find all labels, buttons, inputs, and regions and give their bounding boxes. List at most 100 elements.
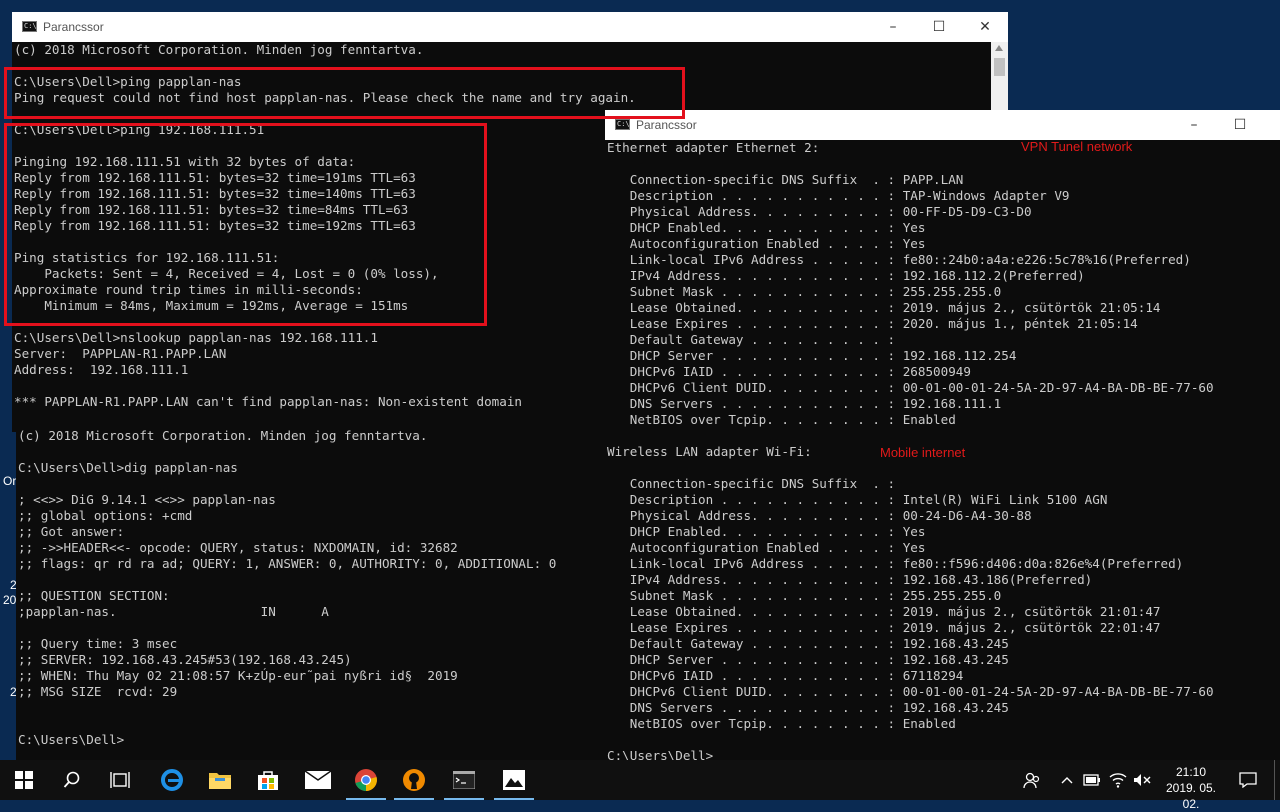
store-icon[interactable] — [244, 760, 292, 800]
clock-time: 21:10 — [1175, 765, 1207, 779]
search-icon[interactable] — [48, 760, 96, 800]
annotation-box-ping-fail — [4, 67, 685, 119]
console-line: DHCPv6 IAID . . . . . . . . . . . : 6711… — [607, 668, 964, 683]
chrome-icon[interactable] — [342, 760, 390, 800]
console-line: IPv4 Address. . . . . . . . . . . : 192.… — [607, 268, 1085, 283]
maximize-button[interactable]: ☐ — [916, 12, 962, 42]
console-line: Physical Address. . . . . . . . . : 00-2… — [607, 508, 1032, 523]
minimize-button[interactable]: – — [1171, 110, 1217, 140]
volume-muted-icon[interactable] — [1130, 760, 1154, 800]
console-line: Ethernet adapter Ethernet 2: — [607, 140, 820, 155]
console-line: ;; ->>HEADER<<- opcode: QUERY, status: N… — [18, 540, 458, 555]
annotation-vpn-label: VPN Tunel network — [1021, 139, 1133, 154]
console-line: Connection-specific DNS Suffix . : PAPP.… — [607, 172, 964, 187]
console-line: NetBIOS over Tcpip. . . . . . . . : Enab… — [607, 412, 956, 427]
show-desktop-button[interactable] — [1274, 760, 1275, 800]
console-line: DHCP Server . . . . . . . . . . . : 192.… — [607, 652, 1009, 667]
windows-start-icon[interactable] — [0, 760, 48, 800]
scrollbar-thumb[interactable] — [994, 58, 1005, 76]
console-line: DHCPv6 IAID . . . . . . . . . . . : 2685… — [607, 364, 971, 379]
console-line: Link-local IPv6 Address . . . . . : fe80… — [607, 252, 1191, 267]
clock[interactable]: 21:10 2019. 05. 02. — [1156, 760, 1226, 811]
battery-icon[interactable] — [1080, 760, 1104, 800]
console-line: C:\Users\Dell>dig papplan-nas — [18, 460, 238, 475]
console-line: ; <<>> DiG 9.14.1 <<>> papplan-nas — [18, 492, 276, 507]
console-line: ;; Got answer: — [18, 524, 125, 539]
desktop-icon-label: 20 — [3, 593, 17, 607]
console-line: Lease Obtained. . . . . . . . . . : 2019… — [607, 604, 1161, 619]
maximize-button[interactable]: ☐ — [1217, 110, 1263, 140]
console-line: Lease Expires . . . . . . . . . . : 2019… — [607, 620, 1161, 635]
console-line: DHCP Enabled. . . . . . . . . . . : Yes — [607, 220, 926, 235]
notification-icon[interactable] — [1234, 760, 1262, 800]
console-line: Physical Address. . . . . . . . . : 00-F… — [607, 204, 1032, 219]
cmd-icon: C:\ — [22, 21, 37, 32]
cmd-icon: C:\ — [615, 119, 630, 130]
clock-date: 2019. 05. 02. — [1165, 781, 1217, 811]
console-line: Description . . . . . . . . . . . : Inte… — [607, 492, 1108, 507]
console-line: Link-local IPv6 Address . . . . . : fe80… — [607, 556, 1184, 571]
console-line: (c) 2018 Microsoft Corporation. Minden j… — [14, 42, 424, 57]
minimize-button[interactable]: – — [870, 12, 916, 42]
task-view-icon[interactable] — [96, 760, 144, 800]
window-title: Parancssor — [43, 20, 104, 34]
console-line: ;; WHEN: Thu May 02 21:08:57 K+zÚp-eur˜p… — [18, 668, 458, 683]
close-button[interactable]: ✕ — [962, 12, 1008, 42]
console-line: (c) 2018 Microsoft Corporation. Minden j… — [18, 428, 428, 443]
console-line: Subnet Mask . . . . . . . . . . . : 255.… — [607, 588, 1002, 603]
console-line: ;; MSG SIZE rcvd: 29 — [18, 684, 178, 699]
console-line: ;; SERVER: 192.168.43.245#53(192.168.43.… — [18, 652, 352, 667]
console-line: DHCPv6 Client DUID. . . . . . . . : 00-0… — [607, 684, 1214, 699]
console-line: Subnet Mask . . . . . . . . . . . : 255.… — [607, 284, 1002, 299]
taskbar: 21:10 2019. 05. 02. — [0, 760, 1280, 811]
title-bar[interactable]: C:\ Parancssor – ☐ — [605, 110, 1280, 140]
console-line: ;; global options: +cmd — [18, 508, 193, 523]
console-line: IPv4 Address. . . . . . . . . . . : 192.… — [607, 572, 1093, 587]
cmd-window-dig[interactable]: (c) 2018 Microsoft Corporation. Minden j… — [16, 428, 606, 760]
console-line: C:\Users\Dell> — [18, 732, 125, 747]
window-title: Parancssor — [636, 118, 697, 132]
console-output[interactable]: (c) 2018 Microsoft Corporation. Minden j… — [16, 428, 606, 760]
desktop-icon-label: Or — [3, 474, 17, 488]
console-line: C:\Users\Dell> — [607, 748, 714, 760]
photos-icon[interactable] — [490, 760, 538, 800]
console-line: ;papplan-nas. IN A — [18, 604, 329, 619]
console-line: DNS Servers . . . . . . . . . . . : 192.… — [607, 700, 1009, 715]
cmd-window-ipconfig[interactable]: C:\ Parancssor – ☐ Ethernet adapter Ethe… — [605, 110, 1280, 760]
console-line: Default Gateway . . . . . . . . . : — [607, 332, 896, 347]
console-line: DHCP Server . . . . . . . . . . . : 192.… — [607, 348, 1017, 363]
console-line: Default Gateway . . . . . . . . . : 192.… — [607, 636, 1009, 651]
title-bar[interactable]: C:\ Parancssor – ☐ ✕ — [12, 12, 1008, 42]
wifi-icon[interactable] — [1106, 760, 1130, 800]
console-line: ;; Query time: 3 msec — [18, 636, 178, 651]
annotation-mobile-label: Mobile internet — [880, 445, 966, 460]
console-line: Connection-specific DNS Suffix . : — [607, 476, 896, 491]
command-prompt-icon[interactable] — [440, 760, 488, 800]
file-explorer-icon[interactable] — [196, 760, 244, 800]
console-line: DNS Servers . . . . . . . . . . . : 192.… — [607, 396, 1002, 411]
console-line: DHCPv6 Client DUID. . . . . . . . : 00-0… — [607, 380, 1214, 395]
console-line: Autoconfiguration Enabled . . . . : Yes — [607, 236, 926, 251]
openvpn-icon[interactable] — [390, 760, 438, 800]
people-icon[interactable] — [1018, 760, 1046, 800]
chevron-up-icon[interactable] — [1056, 760, 1078, 800]
console-line: Autoconfiguration Enabled . . . . : Yes — [607, 540, 926, 555]
console-line: Lease Expires . . . . . . . . . . : 2020… — [607, 316, 1138, 331]
mail-icon[interactable] — [294, 760, 342, 800]
edge-icon[interactable] — [148, 760, 196, 800]
console-line: DHCP Enabled. . . . . . . . . . . : Yes — [607, 524, 926, 539]
scroll-up-icon[interactable] — [995, 45, 1003, 51]
console-line: Description . . . . . . . . . . . : TAP-… — [607, 188, 1070, 203]
console-line: Lease Obtained. . . . . . . . . . : 2019… — [607, 300, 1161, 315]
console-line: ;; flags: qr rd ra ad; QUERY: 1, ANSWER:… — [18, 556, 557, 571]
